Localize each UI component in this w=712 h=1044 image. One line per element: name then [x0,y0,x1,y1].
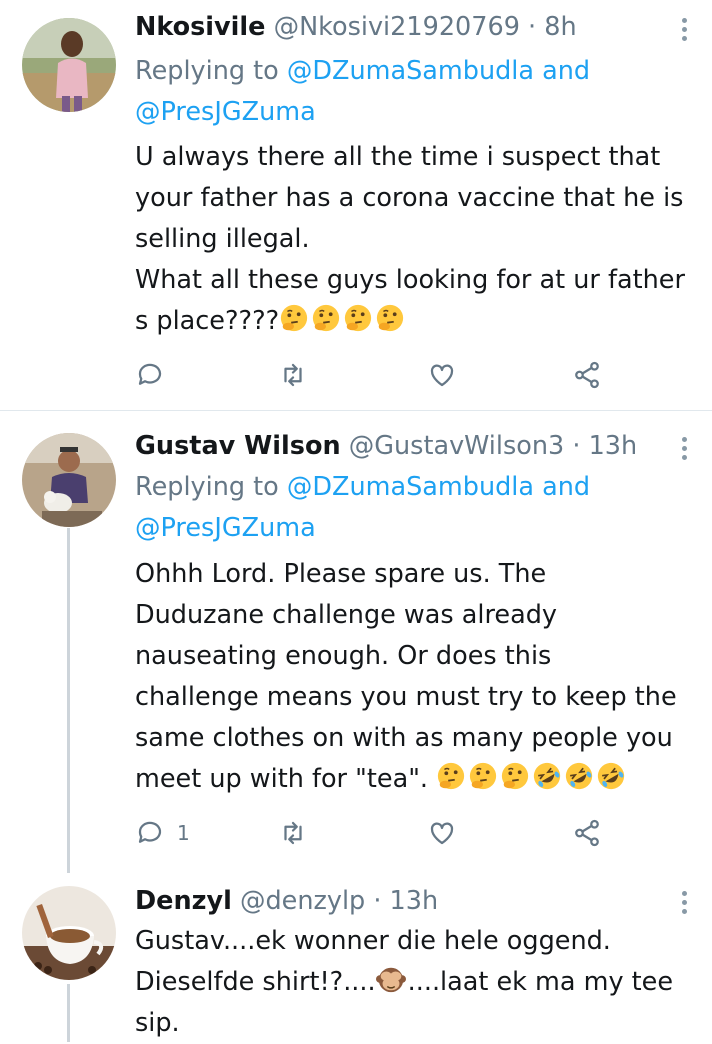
tweet-gustav-wilson[interactable]: Gustav Wilson @GustavWilson3 · 13h Reply… [0,411,712,871]
mention-link[interactable]: @PresJGZuma [135,513,316,543]
user-handle[interactable]: @denzylp [240,886,365,916]
retweet-button[interactable] [278,813,308,853]
thinking-face-emoji [313,304,340,332]
more-options-icon[interactable] [674,10,696,50]
rofl-face-emoji [566,762,593,790]
display-name[interactable]: Gustav Wilson [135,431,341,461]
retweet-button[interactable] [278,355,308,395]
text-line: Duduzane challenge was already [135,600,558,630]
thinking-face-emoji [470,762,497,790]
thinking-face-emoji [502,762,529,790]
mention-link[interactable]: @DZumaSambudla [287,472,534,502]
tweet-nkosivile[interactable]: Nkosivile @Nkosivi21920769 · 8h Replying… [0,0,712,408]
rofl-face-emoji [534,762,561,790]
more-options-icon[interactable] [674,883,696,923]
text-line: Gustav....ek wonner die hele oggend. [135,926,611,956]
user-handle[interactable]: @Nkosivi21920769 [274,12,520,42]
retweet-icon [284,821,302,845]
text-line: nauseating enough. Or does this [135,641,552,671]
avatar-photo [22,18,116,112]
text-line: selling illegal. [135,224,310,254]
more-options-icon[interactable] [674,429,696,469]
reply-button[interactable] [135,355,165,395]
replying-to: Replying to @DZumaSambudla and [135,467,590,508]
replying-to: Replying to @DZumaSambudla and [135,51,590,92]
share-button[interactable] [572,813,602,853]
avatar-photo [22,433,116,527]
text-line-with-emoji: meet up with for "tea". [135,759,705,800]
tweet-denzyl[interactable]: Denzyl @denzylp · 13h Gustav....ek wonne… [0,871,712,1042]
display-name[interactable]: Nkosivile [135,12,265,42]
thinking-face-emoji [377,304,404,332]
avatar[interactable] [22,433,116,527]
retweet-icon [284,363,302,387]
mention-and[interactable]: and [534,56,590,86]
tweet-text: Gustav....ek wonner die hele oggend. Die… [135,921,705,1044]
share-button[interactable] [572,355,602,395]
tweet-actions: 1 [135,813,615,853]
text-segment: s place???? [135,306,280,336]
text-line: What all these guys looking for at ur fa… [135,265,685,295]
heart-icon [430,822,454,845]
text-segment: ....laat ek ma my tee [407,967,674,997]
see-no-evil-monkey-emoji [375,967,406,993]
rofl-face-emoji [598,762,625,790]
replying-to-second-line: @PresJGZuma [135,92,316,133]
timestamp: · 8h [528,12,577,42]
text-line-with-emoji: Dieselfde shirt!?.... ....laat ek ma my t… [135,962,705,1003]
like-button[interactable] [427,355,457,395]
like-button[interactable] [427,813,457,853]
heart-icon [430,364,454,387]
text-line: challenge means you must try to keep the [135,682,677,712]
avatar-photo [22,886,116,980]
tweet-text: Ohhh Lord. Please spare us. The Duduzane… [135,554,705,800]
text-line-with-emoji: s place???? [135,301,705,342]
reply-count: 1 [177,821,190,845]
text-line: Ohhh Lord. Please spare us. The [135,559,547,589]
reply-icon [138,821,162,843]
reply-icon [138,363,162,385]
mention-link[interactable]: @DZumaSambudla [287,56,534,86]
mention-and[interactable]: and [534,472,590,502]
text-line: sip. [135,1008,180,1038]
text-line: U always there all the time i suspect th… [135,142,661,172]
share-icon [575,361,599,389]
mention-link[interactable]: @PresJGZuma [135,97,316,127]
replying-label: Replying to [135,472,287,502]
text-segment: Dieselfde shirt!?.... [135,967,376,997]
reply-button[interactable]: 1 [135,813,190,853]
tweet-text: U always there all the time i suspect th… [135,137,705,342]
text-segment: meet up with for "tea". [135,764,437,794]
timestamp: · 13h [373,886,439,916]
replying-label: Replying to [135,56,287,86]
replying-to-second-line: @PresJGZuma [135,508,316,549]
timestamp: · 13h [572,431,638,461]
thinking-face-emoji [438,762,465,790]
thinking-face-emoji [281,304,308,332]
display-name[interactable]: Denzyl [135,886,232,916]
text-line: same clothes on with as many people you [135,723,673,753]
text-line: your father has a corona vaccine that he… [135,183,684,213]
avatar[interactable] [22,18,116,112]
user-handle[interactable]: @GustavWilson3 [349,431,565,461]
thinking-face-emoji [345,304,372,332]
tweet-actions [135,355,615,395]
share-icon [575,819,599,847]
avatar[interactable] [22,886,116,980]
